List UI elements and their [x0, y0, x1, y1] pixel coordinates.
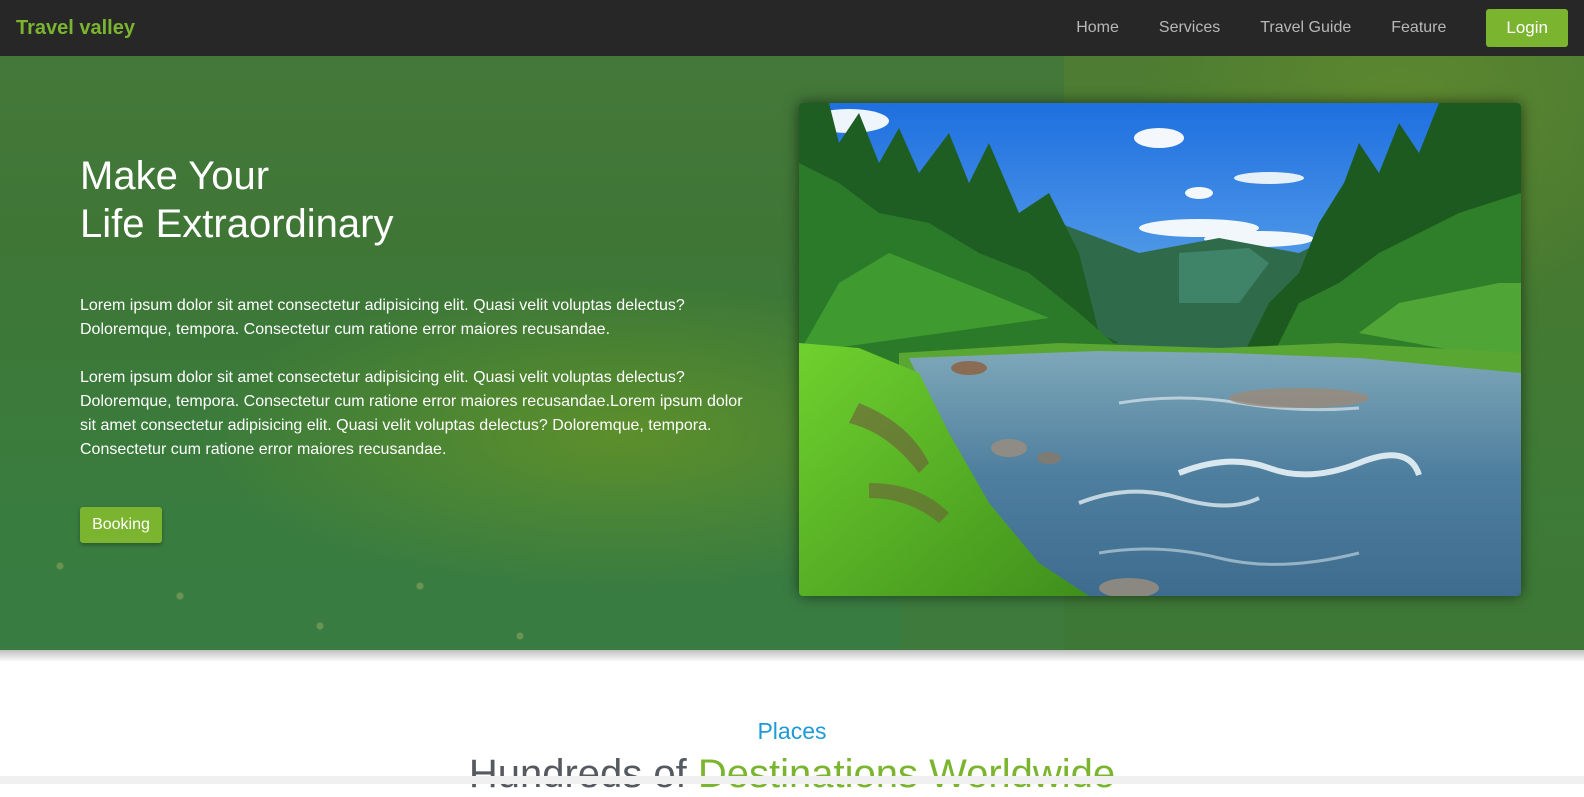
- places-heading-part1: Hundreds of: [468, 752, 687, 796]
- places-heading: Hundreds of Destinations Worldwide: [0, 752, 1584, 797]
- nav-link-services[interactable]: Services: [1159, 19, 1220, 37]
- login-button[interactable]: Login: [1486, 9, 1568, 47]
- places-heading-part2: Destinations Worldwide: [697, 752, 1116, 796]
- hero-section: Make Your Life Extraordinary Lorem ipsum…: [0, 56, 1584, 650]
- landscape-river-forest-icon: [799, 103, 1521, 596]
- hero-title: Make Your Life Extraordinary: [80, 152, 393, 248]
- hero-title-line2: Life Extraordinary: [80, 202, 394, 246]
- hero-background-water: [0, 476, 900, 650]
- nav-links: Home Services Travel Guide Feature Login: [1076, 9, 1568, 47]
- brand-logo[interactable]: Travel valley: [16, 17, 135, 40]
- hero-title-line1: Make Your: [80, 154, 270, 198]
- nav-link-feature[interactable]: Feature: [1391, 19, 1446, 37]
- hero-paragraph-1: Lorem ipsum dolor sit amet consectetur a…: [80, 297, 685, 338]
- booking-button[interactable]: Booking: [80, 507, 162, 543]
- places-label: Places: [757, 718, 827, 744]
- top-navbar: Travel valley Home Services Travel Guide…: [0, 0, 1584, 56]
- nav-link-travel-guide[interactable]: Travel Guide: [1260, 19, 1351, 37]
- hero-paragraph-2: Lorem ipsum dolor sit amet consectetur a…: [80, 369, 743, 458]
- nav-link-home[interactable]: Home: [1076, 19, 1119, 37]
- hero-bottom-shadow: [0, 650, 1584, 662]
- horizontal-scrollbar[interactable]: [0, 776, 1584, 784]
- hero-landscape-image: [799, 103, 1521, 596]
